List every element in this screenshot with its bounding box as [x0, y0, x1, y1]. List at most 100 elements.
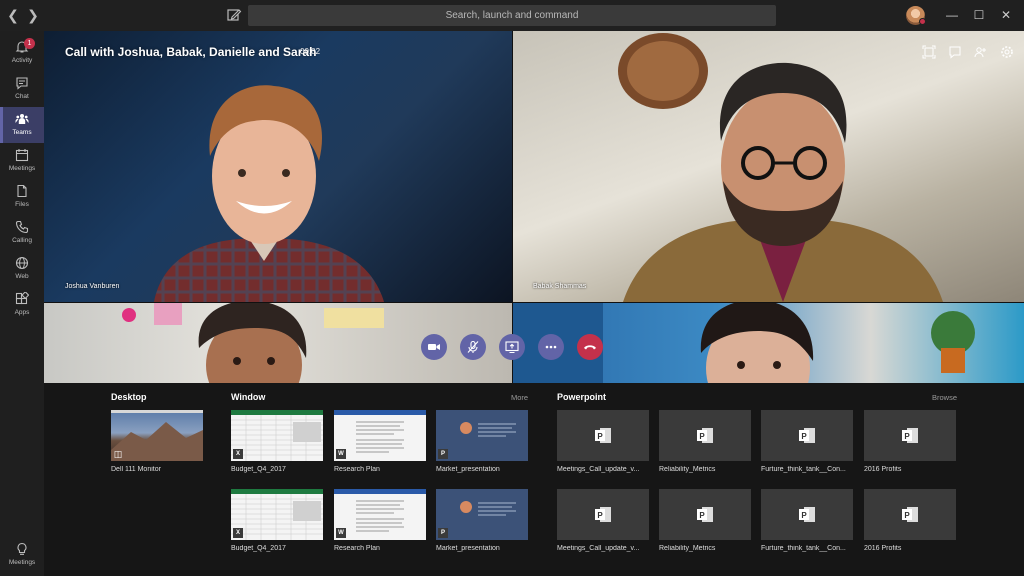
video-tile-joshua[interactable]: Call with Joshua, Babak, Danielle and Sa…: [44, 31, 512, 302]
powerpoint-icon: P: [438, 449, 448, 459]
video-stage: Call with Joshua, Babak, Danielle and Sa…: [44, 31, 1024, 383]
word-icon: W: [336, 449, 346, 459]
desktop-thumbnail[interactable]: ◫: [111, 410, 203, 461]
powerpoint-file-tile[interactable]: P: [761, 410, 853, 461]
powerpoint-file-tile[interactable]: P: [659, 410, 751, 461]
svg-text:P: P: [699, 432, 705, 441]
rail-item-meetings-bottom[interactable]: Meetings: [0, 537, 44, 573]
rail-label: Meetings: [8, 559, 36, 566]
thumbnail-label: Meetings_Call_update_v...: [557, 466, 640, 473]
more-options-button[interactable]: [538, 334, 564, 360]
rail-item-calling[interactable]: Calling: [0, 215, 44, 251]
window-thumbnail[interactable]: X: [231, 410, 323, 461]
svg-text:P: P: [801, 511, 807, 520]
powerpoint-file-tile[interactable]: P: [864, 489, 956, 540]
presentation-preview-icon: [460, 422, 516, 437]
back-icon[interactable]: ❮: [5, 7, 21, 23]
powerpoint-file-tile[interactable]: P: [557, 489, 649, 540]
globe-icon: [15, 256, 29, 270]
powerpoint-icon: P: [697, 507, 713, 522]
powerpoint-icon: P: [902, 428, 918, 443]
svg-text:P: P: [801, 432, 807, 441]
close-icon[interactable]: ✕: [998, 7, 1014, 23]
svg-text:P: P: [904, 511, 910, 520]
participant-name: Babak Shammas: [533, 283, 587, 290]
rail-item-web[interactable]: Web: [0, 251, 44, 287]
word-icon: W: [336, 528, 346, 538]
share-screen-button[interactable]: [499, 334, 525, 360]
hang-up-button[interactable]: [577, 334, 603, 360]
browse-link[interactable]: Browse: [932, 393, 957, 402]
camera-button[interactable]: [421, 334, 447, 360]
rail-label: Web: [15, 273, 29, 280]
thumbnail-label: Meetings_Call_update_v...: [557, 545, 640, 552]
hang-up-icon: [584, 345, 596, 350]
document-preview-icon: [334, 410, 426, 453]
forward-icon[interactable]: ❯: [25, 7, 41, 23]
powerpoint-file-tile[interactable]: P: [659, 489, 751, 540]
powerpoint-icon: P: [595, 428, 611, 443]
more-link[interactable]: More: [511, 393, 528, 402]
file-icon: [17, 184, 27, 198]
powerpoint-icon: P: [438, 528, 448, 538]
lightbulb-icon: [17, 542, 27, 555]
compose-icon[interactable]: [226, 7, 242, 23]
ellipsis-icon: [545, 345, 557, 349]
window-thumbnail[interactable]: P: [436, 489, 528, 540]
thumbnail-label: Reliability_Metrics: [659, 466, 716, 473]
phone-icon: [15, 220, 29, 234]
participant-video-image: [154, 85, 384, 302]
rail-label: Meetings: [8, 165, 36, 172]
powerpoint-file-tile[interactable]: P: [864, 410, 956, 461]
powerpoint-section-title: Powerpoint: [557, 392, 606, 402]
thumbnail-label: Furture_think_tank__Con...: [761, 545, 846, 552]
spreadsheet-preview-icon: [231, 489, 323, 540]
thumbnail-label: Budget_Q4_2017: [231, 466, 286, 473]
monitor-icon: ◫: [113, 449, 123, 459]
window-thumbnail[interactable]: W: [334, 489, 426, 540]
powerpoint-icon: P: [595, 507, 611, 522]
thumbnail-label: Furture_think_tank__Con...: [761, 466, 846, 473]
fullscreen-icon[interactable]: [922, 45, 936, 59]
thumbnail-label: Market_presentation: [436, 466, 500, 473]
call-timer: 00:02: [300, 47, 321, 56]
window-thumbnail[interactable]: W: [334, 410, 426, 461]
thumbnail-label: 2016 Profits: [864, 545, 902, 552]
rail-item-files[interactable]: Files: [0, 179, 44, 215]
mute-button[interactable]: [460, 334, 486, 360]
title-bar: ❮ ❯ — ☐ ✕: [0, 0, 1024, 31]
rail-item-chat[interactable]: Chat: [0, 71, 44, 107]
powerpoint-icon: P: [799, 507, 815, 522]
rail-item-apps[interactable]: Apps: [0, 287, 44, 323]
rail-label: Activity: [11, 57, 33, 64]
svg-text:P: P: [597, 511, 603, 520]
settings-gear-icon[interactable]: [1000, 45, 1014, 59]
add-people-icon[interactable]: [974, 45, 988, 59]
svg-text:P: P: [597, 432, 603, 441]
thumbnail-label: 2016 Profits: [864, 466, 902, 473]
search-input[interactable]: [248, 5, 776, 26]
rail-label: Calling: [12, 237, 32, 244]
minimize-icon[interactable]: —: [944, 7, 960, 23]
powerpoint-file-tile[interactable]: P: [761, 489, 853, 540]
rail-item-meetings[interactable]: Meetings: [0, 143, 44, 179]
rail-item-activity[interactable]: Activity 1: [0, 35, 44, 71]
powerpoint-icon: P: [902, 507, 918, 522]
presence-busy-icon: [919, 18, 926, 25]
window-thumbnail[interactable]: P: [436, 410, 528, 461]
app-rail: Activity 1 Chat Teams Meetings Files Cal…: [0, 31, 44, 576]
video-camera-icon: [428, 344, 440, 350]
window-section-title: Window: [231, 392, 266, 402]
participant-name: Joshua Vanburen: [65, 283, 120, 290]
video-tile-babak[interactable]: Babak Shammas: [513, 31, 1024, 302]
chat-icon[interactable]: [948, 45, 962, 59]
window-thumbnail[interactable]: X: [231, 489, 323, 540]
participant-video-image: [618, 33, 943, 302]
thumbnail-label: Market_presentation: [436, 545, 500, 552]
thumbnail-label: Research Plan: [334, 466, 380, 473]
thumbnail-label: Research Plan: [334, 545, 380, 552]
maximize-icon[interactable]: ☐: [971, 7, 987, 23]
document-preview-icon: [334, 489, 426, 532]
rail-item-teams[interactable]: Teams: [0, 107, 44, 143]
powerpoint-file-tile[interactable]: P: [557, 410, 649, 461]
